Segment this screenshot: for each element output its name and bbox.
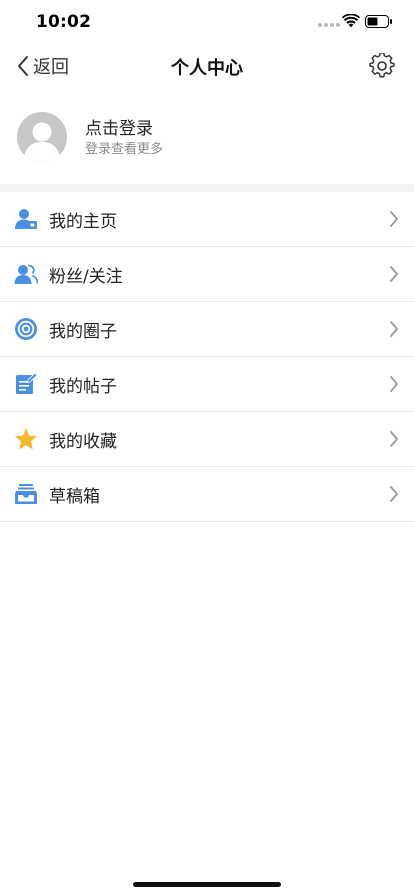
section-divider [0,184,414,192]
drafts-tray-icon [15,484,37,504]
battery-icon [365,15,392,28]
chevron-right-icon [390,431,398,447]
menu-list: 我的主页 粉丝/关注 我的圈子 我的帖子 我的收藏 草稿箱 [0,192,414,522]
circle-target-icon [15,318,37,340]
chevron-right-icon [390,486,398,502]
menu-item-label: 我的帖子 [49,377,117,397]
chevron-right-icon [390,376,398,392]
page-title: 个人中心 [171,58,243,79]
user-homepage-icon [15,209,37,229]
menu-item-label: 草稿箱 [49,487,100,507]
menu-item-favorites[interactable]: 我的收藏 [0,412,414,467]
chevron-right-icon [390,266,398,282]
login-profile-card[interactable]: 点击登录 登录查看更多 [0,96,414,182]
login-subtitle: 登录查看更多 [85,142,164,157]
cellular-signal-icon [318,23,340,27]
menu-item-label: 我的收藏 [49,432,117,452]
menu-item-fans-follow[interactable]: 粉丝/关注 [0,247,414,302]
menu-item-label: 我的主页 [49,212,117,232]
status-time: 10:02 [36,12,92,32]
chevron-right-icon [390,211,398,227]
chevron-right-icon [390,321,398,337]
navigation-bar: 返回 个人中心 [0,44,414,88]
wifi-icon [342,14,360,28]
default-avatar-icon [17,112,67,162]
login-title: 点击登录 [85,119,153,139]
fans-follow-icon [14,264,38,284]
post-edit-icon [16,372,38,394]
menu-item-homepage[interactable]: 我的主页 [0,192,414,247]
menu-item-circles[interactable]: 我的圈子 [0,302,414,357]
star-icon [15,428,37,450]
menu-item-posts[interactable]: 我的帖子 [0,357,414,412]
status-bar: 10:02 [0,0,414,44]
home-indicator[interactable] [133,882,281,887]
menu-item-label: 我的圈子 [49,322,117,342]
avatar [17,112,67,162]
menu-item-drafts[interactable]: 草稿箱 [0,467,414,522]
menu-item-label: 粉丝/关注 [49,267,123,287]
gear-icon[interactable] [369,53,395,79]
